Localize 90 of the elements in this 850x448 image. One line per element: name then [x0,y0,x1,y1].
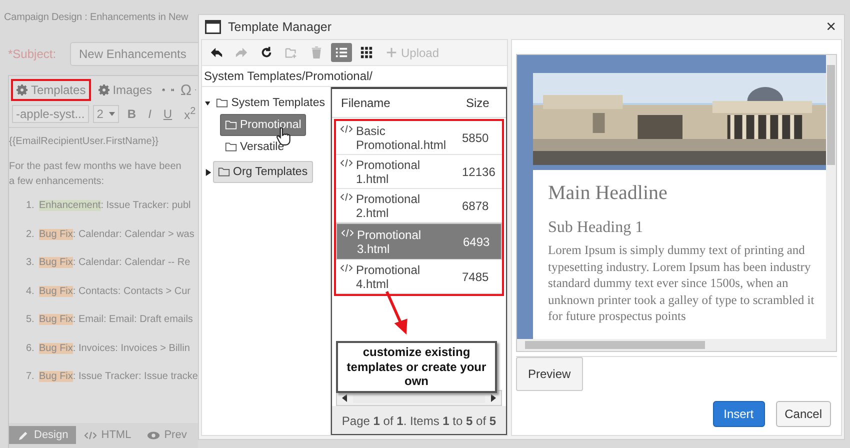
code-icon [340,263,353,273]
folder-icon [216,98,228,108]
file-size: 6878 [461,198,489,212]
path-field: System Templates/Promotional/ [202,65,507,87]
list-number: 4. [26,284,36,298]
forward-arrow-icon [235,46,248,59]
tree-item[interactable]: Promotional [220,114,306,136]
toolbar-button[interactable]: Templates [11,79,91,101]
list-item-text: Bug Fix: Email: Email: Draft emails [39,313,193,327]
list-number: 1. [26,199,36,213]
file-name: Promotional 2.html [356,192,422,220]
file-row[interactable]: Promotional 4.html 7485 [336,260,502,294]
code-icon [340,158,353,168]
tree-item[interactable]: Versatile [220,136,290,158]
format-button[interactable]: B [123,107,140,121]
format-button[interactable]: x$^{2}$ [180,106,198,122]
new-folder-icon [285,46,298,59]
file-name: Basic Promotional.html [356,124,448,152]
font-dropdown[interactable]: -apple-syst... [12,105,89,123]
list-item-text: Bug Fix: Invoices: Invoices > Billin [39,342,190,356]
horizontal-scrollbar[interactable] [517,339,836,351]
gear-icon [16,84,28,96]
page-title: Campaign Design : Enhancements in New [3,11,190,25]
callout-note: customize existing templates or create your own [336,341,497,392]
list-number: 6. [26,342,36,356]
file-size: 5850 [461,130,489,144]
list-number: 7. [26,370,36,384]
list-view-icon [335,46,348,59]
subject-label: *Subject: [8,47,58,61]
list-item-text: Bug Fix: Issue Tracker: Issue tracke [39,370,198,384]
folder-icon [218,167,230,177]
format-button[interactable]: I [144,107,156,121]
file-size: 6493 [462,234,490,248]
preview-paragraph: Lorem Ipsum is simply dummy text of printing and typesetting industry. Lorem Ipsum has been industry standard dummy text ever since 1500s, when an unknown printer took a galley of type to scrambled it for future prospectus points [548,242,816,324]
list-number: 5. [26,313,36,327]
list-item-text: Bug Fix: Calendar: Calendar > was [39,228,194,242]
pencil-icon [17,430,30,440]
list-item-text: Bug Fix: Calendar: Calendar -- Re [39,256,190,270]
trash-icon [310,46,323,59]
caret-icon [109,112,116,116]
list-item-text: Bug Fix: Contacts: Contacts > Cur [39,284,190,298]
preview-subheading: Sub Heading 1 [548,219,644,237]
code-icon [340,124,353,134]
back-arrow-icon [210,46,223,59]
code-icon [84,430,98,440]
folder-icon [225,142,237,152]
cancel-button[interactable]: Cancel [776,401,831,427]
window-icon [205,20,221,34]
editor-tab[interactable]: Design [9,426,76,444]
editor-tab[interactable]: Prev [139,426,195,444]
file-name: Promotional 1.html [356,158,422,186]
size-dropdown[interactable]: 2 [92,105,120,123]
code-icon [340,192,353,202]
vertical-scrollbar[interactable] [826,55,836,339]
special-character-button[interactable]: Ω [180,82,192,98]
collapsed-triangle-icon[interactable] [205,168,212,176]
folder-icon [225,120,237,130]
file-name: Promotional 3.html [357,228,422,256]
dialog-title: Template Manager [228,20,333,34]
column-header[interactable]: Size [459,96,490,110]
file-row[interactable]: Basic Promotional.html 5850 [336,121,502,155]
file-row[interactable]: Promotional 1.html 12136 [336,155,502,189]
subject-field[interactable]: New Enhancements [70,42,198,66]
file-name: Promotional 4.html [356,262,422,290]
tree-item[interactable]: System Templates [211,92,330,114]
plus-icon [385,46,398,59]
pager-text: Page 1 of 1. Items 1 to 5 of 5 [332,406,506,434]
tree-item[interactable]: Org Templates [213,161,313,183]
list-item-text: Enhancement: Issue Tracker: publ [39,199,191,213]
editor-tab[interactable]: HTML [76,426,140,444]
file-row[interactable]: Promotional 3.html 6493 [336,223,502,260]
gear-icon [98,84,110,96]
toolbar-button[interactable]: Images [94,80,156,100]
refresh-icon [260,46,273,59]
paragraph: For the past few months we have been a few enhancements: [9,160,182,189]
column-header[interactable]: Filename [332,96,459,110]
insert-button[interactable]: Insert [712,401,765,427]
greeting-text: {{EmailRecipientUser.FirstName}} [9,135,160,149]
code-icon [341,228,354,238]
preview-button[interactable]: Preview [516,357,583,391]
file-size: 7485 [461,270,489,284]
list-number: 2. [26,228,36,242]
list-number: 3. [26,256,36,270]
file-size: 12136 [461,164,496,178]
format-button[interactable]: U [159,107,176,121]
preview-headline: Main Headline [548,182,668,205]
close-button[interactable]: × [824,17,838,37]
expanded-triangle-icon[interactable] [205,100,210,106]
eye-icon [147,430,160,440]
grid-view-icon [360,46,373,59]
